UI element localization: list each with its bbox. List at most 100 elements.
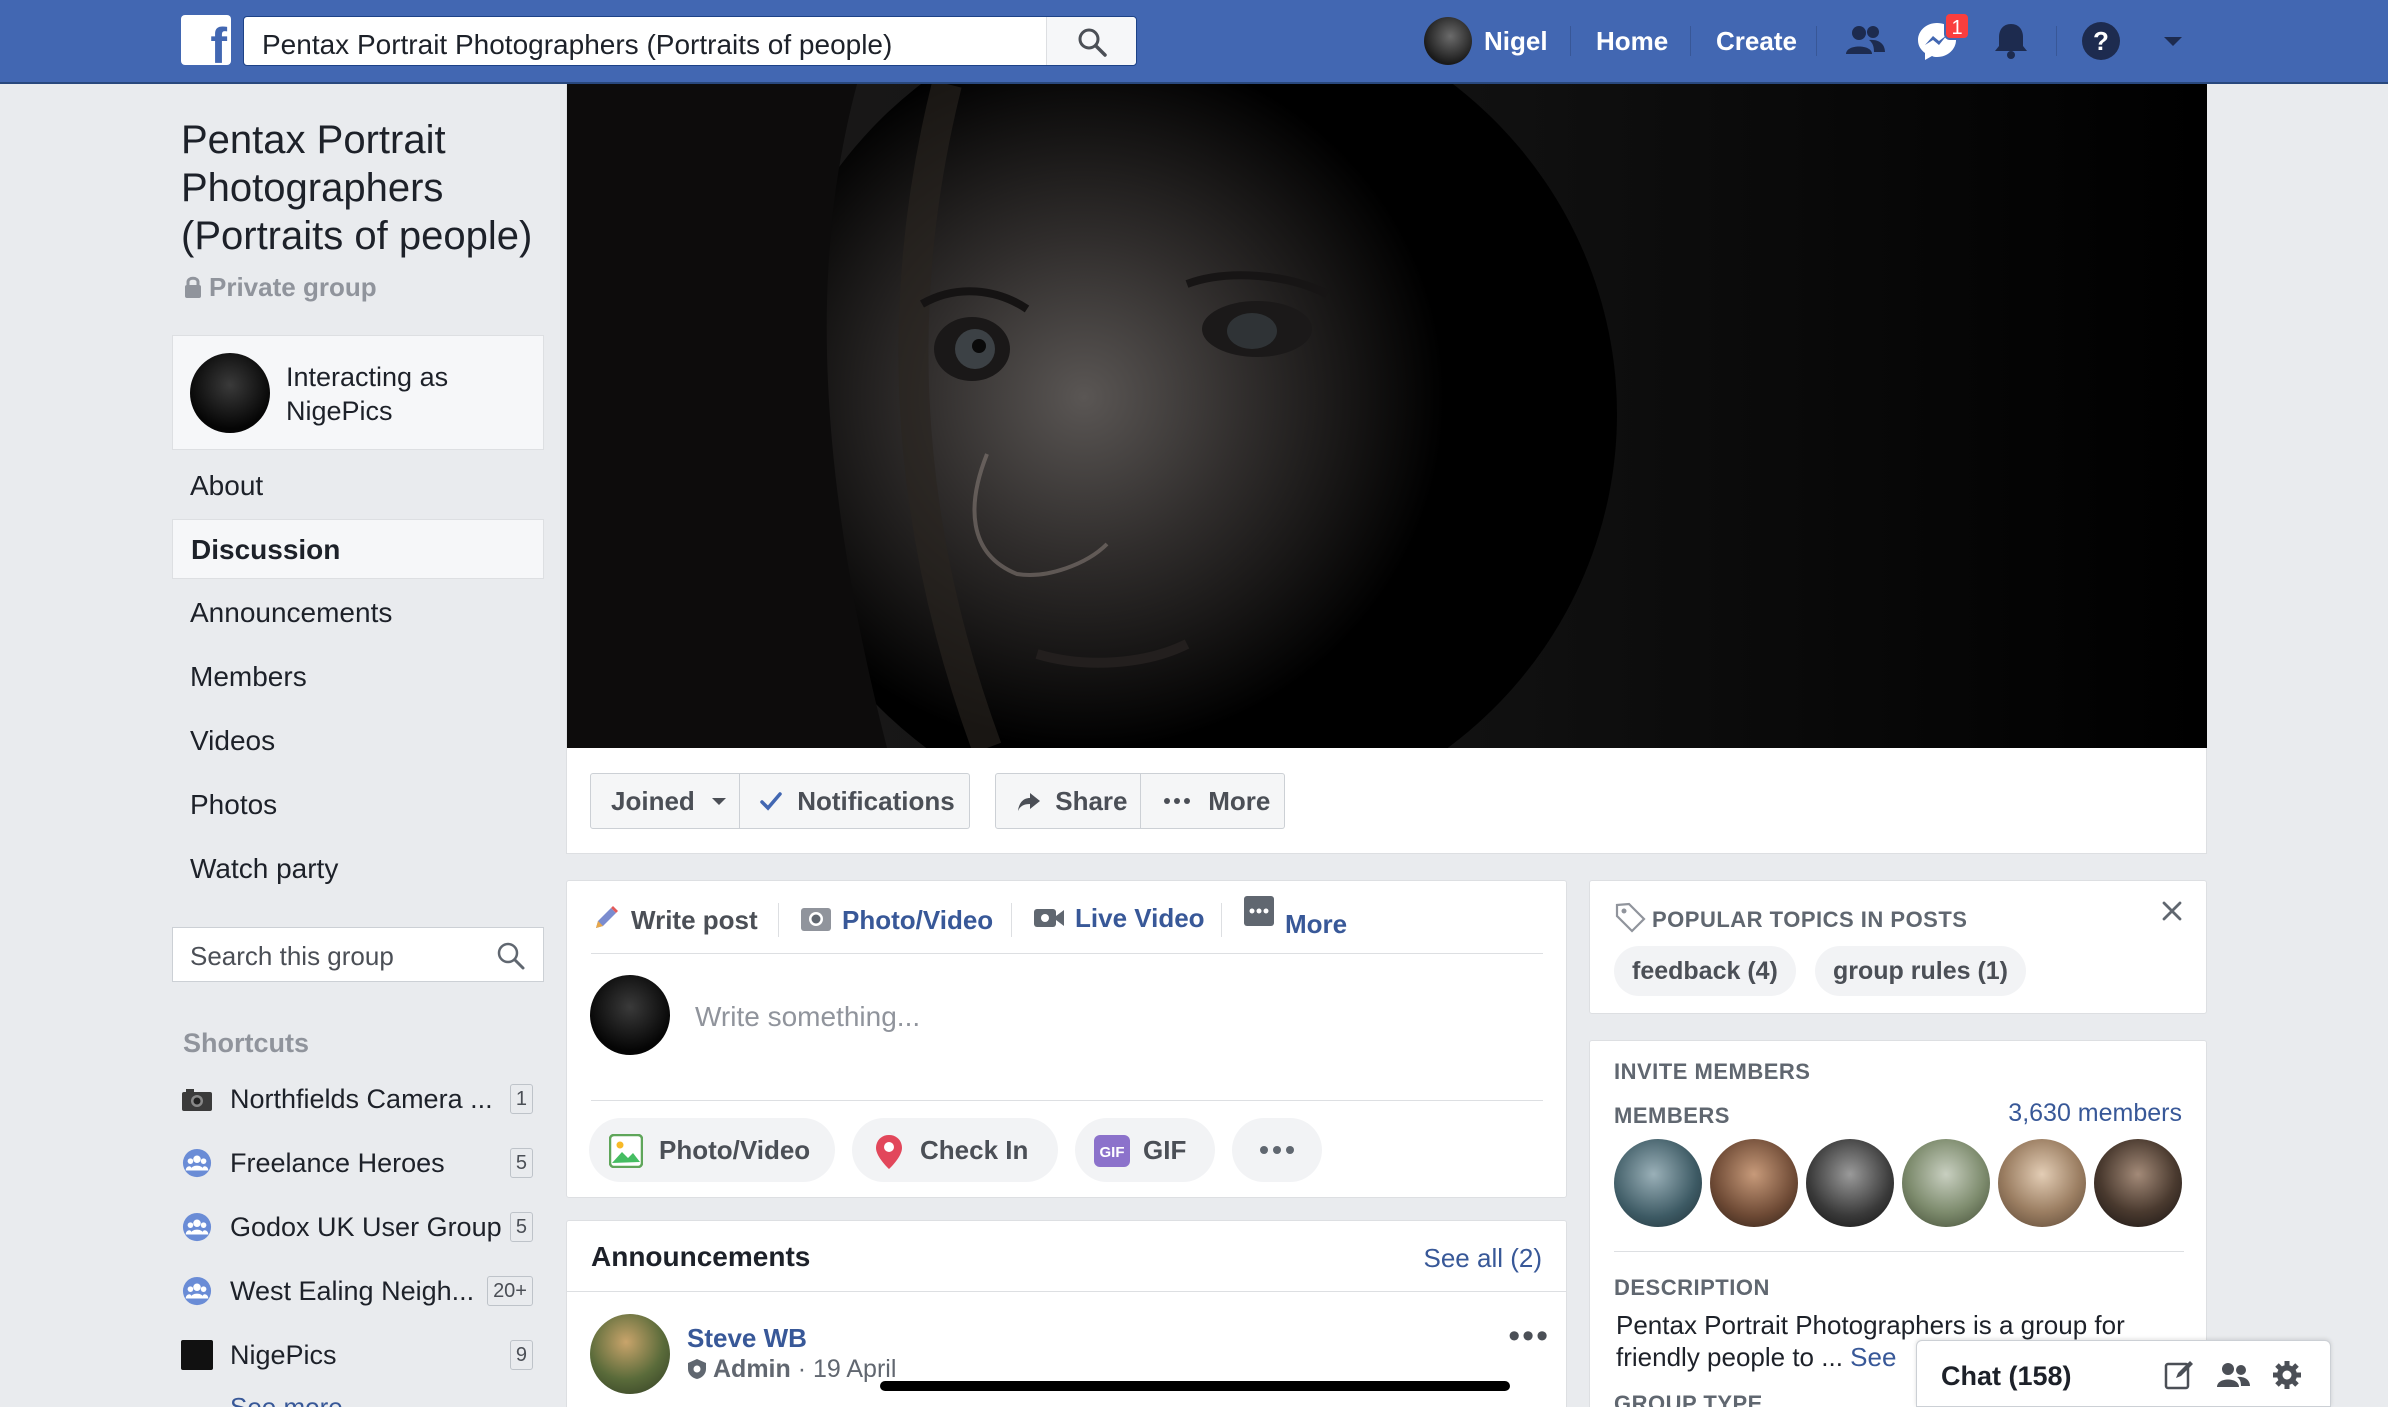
- shortcut-item[interactable]: Godox UK User Group 5: [181, 1204, 541, 1248]
- share-arrow-icon: [1018, 793, 1040, 812]
- member-avatar[interactable]: [1614, 1139, 1702, 1227]
- share-button[interactable]: Share: [995, 773, 1141, 829]
- page-thumbnail: [181, 1340, 213, 1370]
- invite-members-heading[interactable]: INVITE MEMBERS: [1614, 1059, 1810, 1085]
- joined-label: Joined: [611, 786, 695, 816]
- nav-announcements[interactable]: Announcements: [172, 583, 544, 643]
- post-date[interactable]: · 19 April: [798, 1355, 897, 1383]
- group-privacy-label: Private group: [183, 272, 377, 303]
- composer-avatar: [590, 975, 670, 1055]
- post-meta: Admin · 19 April: [687, 1355, 896, 1384]
- post-options-icon[interactable]: •••: [1508, 1317, 1550, 1356]
- privacy-text: Private group: [209, 272, 377, 302]
- location-pin-icon: [876, 1135, 902, 1169]
- shortcuts-see-more-link[interactable]: See more: [230, 1392, 343, 1407]
- shortcut-item[interactable]: Northfields Camera ... 1: [181, 1076, 541, 1120]
- horizontal-scroll-indicator[interactable]: [880, 1381, 1510, 1391]
- popular-topics-heading: POPULAR TOPICS IN POSTS: [1614, 901, 1967, 933]
- tab-write-post[interactable]: Write post: [591, 903, 758, 936]
- description-see-more-link[interactable]: See: [1850, 1342, 1896, 1372]
- topic-tag[interactable]: group rules (1): [1815, 946, 2027, 996]
- divider: [1570, 26, 1571, 56]
- tab-label: Photo/Video: [842, 905, 994, 935]
- more-dots-icon: [1164, 798, 1190, 805]
- shortcut-item[interactable]: West Ealing Neigh... 20+: [181, 1268, 541, 1312]
- heading-text: POPULAR TOPICS IN POSTS: [1652, 907, 1968, 932]
- more-dots-icon: [1260, 1146, 1294, 1154]
- more-button[interactable]: More: [1141, 773, 1285, 829]
- member-avatar[interactable]: [2094, 1139, 2182, 1227]
- search-icon: [1078, 28, 1107, 57]
- notifications-bell-icon[interactable]: [1988, 18, 2034, 64]
- shortcut-item[interactable]: Freelance Heroes 5: [181, 1140, 541, 1184]
- shortcut-name: Northfields Camera ...: [230, 1084, 493, 1114]
- more-actions-button[interactable]: [1232, 1118, 1322, 1182]
- svg-text:GIF: GIF: [1100, 1144, 1125, 1161]
- share-label: Share: [1055, 786, 1128, 816]
- post-author-link[interactable]: Steve WB: [687, 1323, 807, 1354]
- popular-topics-card: POPULAR TOPICS IN POSTS feedback (4) gro…: [1589, 880, 2207, 1014]
- nav-members[interactable]: Members: [172, 647, 544, 707]
- gear-icon[interactable]: [2271, 1359, 2303, 1391]
- profile-name-link[interactable]: Nigel: [1484, 26, 1548, 57]
- shortcut-item[interactable]: NigePics 9: [181, 1332, 541, 1376]
- friend-requests-icon[interactable]: [1842, 18, 1888, 64]
- close-icon[interactable]: [2160, 899, 2184, 923]
- divider: [591, 1100, 1543, 1101]
- chat-sidebar-tab[interactable]: Chat (158): [1916, 1340, 2331, 1407]
- compose-message-icon[interactable]: [2163, 1359, 2195, 1391]
- member-avatar[interactable]: [1998, 1139, 2086, 1227]
- joined-button[interactable]: Joined: [590, 773, 740, 829]
- divider: [1221, 903, 1222, 937]
- search-input[interactable]: Pentax Portrait Photographers (Portraits…: [243, 16, 1137, 66]
- top-navigation-bar: f Pentax Portrait Photographers (Portrai…: [0, 0, 2388, 84]
- topic-tag[interactable]: feedback (4): [1614, 946, 1796, 996]
- admin-shield-icon: [688, 1359, 706, 1379]
- cover-photo[interactable]: [567, 84, 2207, 748]
- photo-video-button[interactable]: Photo/Video: [589, 1118, 835, 1182]
- member-avatar[interactable]: [1902, 1139, 1990, 1227]
- post-composer: Write post Photo/Video Live Video More W…: [566, 880, 1567, 1198]
- divider: [591, 953, 1543, 954]
- notifications-button[interactable]: Notifications: [740, 773, 970, 829]
- home-link[interactable]: Home: [1596, 26, 1668, 57]
- chat-label: Chat (158): [1941, 1361, 2072, 1391]
- divider: [1011, 903, 1012, 937]
- interacting-as-switcher[interactable]: Interacting as NigePics: [172, 335, 544, 450]
- messages-count-badge: 1: [1944, 12, 1970, 40]
- post-author-avatar[interactable]: [590, 1314, 670, 1394]
- search-icon[interactable]: [496, 941, 526, 971]
- tab-label: Write post: [631, 905, 758, 935]
- tab-more[interactable]: More: [1243, 895, 1347, 939]
- nav-watch-party[interactable]: Watch party: [172, 839, 544, 899]
- group-icon: [182, 1212, 212, 1242]
- profile-avatar[interactable]: [1424, 17, 1472, 65]
- member-avatar[interactable]: [1710, 1139, 1798, 1227]
- group-search-input[interactable]: Search this group: [172, 927, 544, 982]
- search-input-value[interactable]: Pentax Portrait Photographers (Portraits…: [262, 29, 892, 61]
- facebook-logo-icon[interactable]: f: [181, 15, 231, 65]
- see-all-announcements-link[interactable]: See all (2): [1424, 1243, 1543, 1274]
- check-in-button[interactable]: Check In: [852, 1118, 1058, 1182]
- svg-text:?: ?: [2093, 26, 2109, 56]
- gif-button[interactable]: GIF GIF: [1075, 1118, 1215, 1182]
- member-avatar[interactable]: [1806, 1139, 1894, 1227]
- help-icon[interactable]: ?: [2078, 18, 2124, 64]
- nav-discussion[interactable]: Discussion: [172, 519, 544, 579]
- more-label: More: [1208, 786, 1271, 816]
- announcements-heading: Announcements: [591, 1241, 811, 1272]
- search-button[interactable]: [1046, 17, 1136, 65]
- shortcut-count-badge: 20+: [487, 1276, 533, 1306]
- create-group-icon[interactable]: [2215, 1359, 2251, 1391]
- page-avatar: [190, 353, 270, 433]
- account-menu-chevron-down-icon[interactable]: [2150, 18, 2196, 64]
- group-title[interactable]: Pentax Portrait Photographers (Portraits…: [181, 116, 551, 260]
- nav-videos[interactable]: Videos: [172, 711, 544, 771]
- nav-about[interactable]: About: [172, 456, 544, 516]
- members-count-link[interactable]: 3,630 members: [2008, 1099, 2182, 1128]
- create-link[interactable]: Create: [1716, 26, 1797, 57]
- nav-photos[interactable]: Photos: [172, 775, 544, 835]
- tab-photo-video[interactable]: Photo/Video: [800, 903, 993, 936]
- tab-live-video[interactable]: Live Video: [1033, 903, 1205, 934]
- write-something-input[interactable]: Write something...: [695, 1001, 920, 1033]
